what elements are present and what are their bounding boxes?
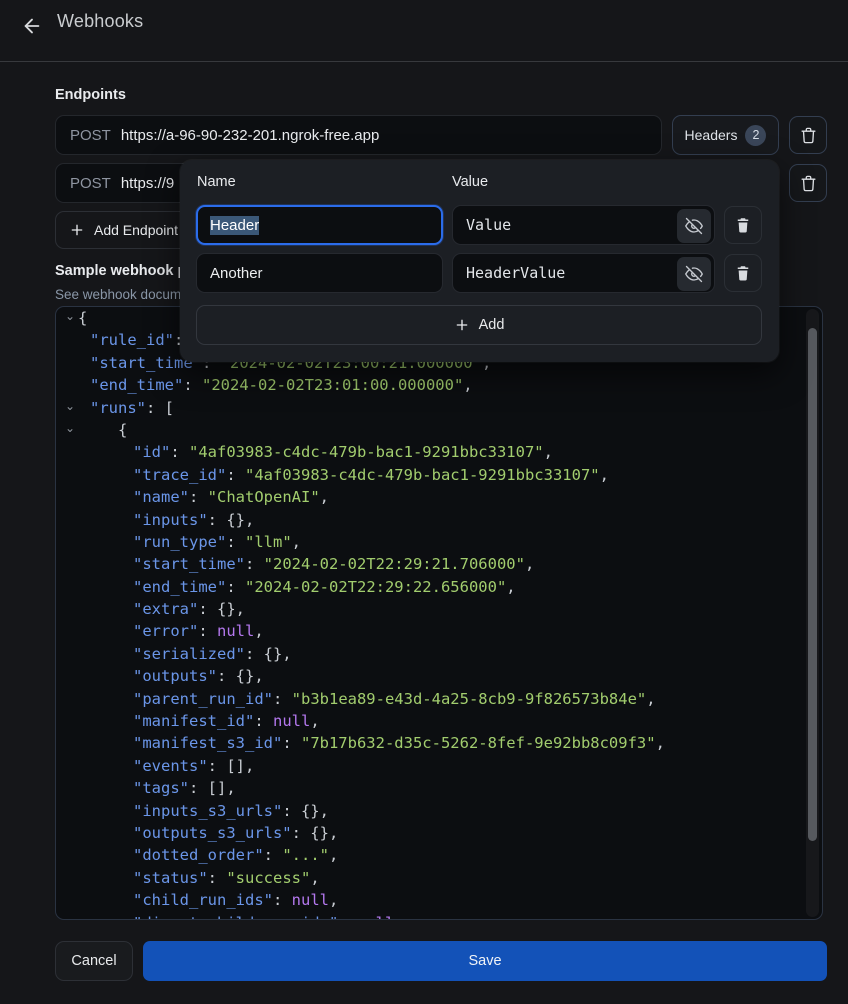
add-header-button[interactable]: Add <box>196 305 762 345</box>
cancel-button[interactable]: Cancel <box>55 941 133 981</box>
sample-payload-code-block[interactable]: ⌄{"rule_id": "start_time": "2024-02-02T2… <box>55 306 823 920</box>
page-title: Webhooks <box>57 11 143 32</box>
trash-outline-icon <box>799 126 818 145</box>
eye-off-icon <box>685 217 703 235</box>
top-bar: Webhooks <box>0 0 848 62</box>
code-lines: ⌄{"rule_id": "start_time": "2024-02-02T2… <box>56 307 822 920</box>
header-value-text-2: HeaderValue <box>466 264 565 282</box>
toggle-value-visibility-button-2[interactable] <box>677 257 711 291</box>
trash-outline-icon <box>799 174 818 193</box>
toggle-value-visibility-button-1[interactable] <box>677 209 711 243</box>
save-button[interactable]: Save <box>143 941 827 981</box>
endpoint-method-1: POST <box>70 127 111 144</box>
endpoints-section-label: Endpoints <box>55 87 126 103</box>
code-scrollbar-thumb[interactable] <box>808 328 817 841</box>
delete-header-button-2[interactable] <box>724 254 762 292</box>
headers-popover: Name Value Header Value Another HeaderVa… <box>180 160 779 362</box>
webhooks-panel: Webhooks Endpoints POST https://a-96-90-… <box>0 0 848 1004</box>
delete-endpoint-button-2[interactable] <box>789 164 827 202</box>
name-column-label: Name <box>197 174 236 190</box>
header-name-input-2[interactable]: Another <box>196 253 443 293</box>
header-name-value-1: Header <box>210 216 259 235</box>
back-button[interactable] <box>16 10 48 42</box>
code-scrollbar <box>806 309 819 917</box>
headers-button-label: Headers <box>685 127 738 143</box>
endpoint-url-input-1[interactable]: POST https://a-96-90-232-201.ngrok-free.… <box>55 115 662 155</box>
header-name-value-2: Another <box>210 265 263 282</box>
arrow-left-icon <box>21 15 43 37</box>
header-value-input-2[interactable]: HeaderValue <box>452 253 715 293</box>
headers-button-1[interactable]: Headers 2 <box>672 115 779 155</box>
add-header-label: Add <box>479 317 505 333</box>
trash-filled-icon <box>734 264 752 282</box>
plus-icon <box>454 317 470 333</box>
endpoint-method-2: POST <box>70 175 111 192</box>
delete-endpoint-button-1[interactable] <box>789 116 827 154</box>
add-endpoint-label: Add Endpoint <box>94 222 178 238</box>
plus-icon <box>69 222 85 238</box>
header-value-text-1: Value <box>466 216 511 234</box>
value-column-label: Value <box>452 174 488 190</box>
endpoint-url-1: https://a-96-90-232-201.ngrok-free.app <box>121 127 380 144</box>
headers-count-badge: 2 <box>745 125 766 146</box>
header-value-input-1[interactable]: Value <box>452 205 715 245</box>
eye-off-icon <box>685 265 703 283</box>
trash-filled-icon <box>734 216 752 234</box>
header-name-input-1[interactable]: Header <box>196 205 443 245</box>
endpoint-url-2: https://9 <box>121 175 174 192</box>
delete-header-button-1[interactable] <box>724 206 762 244</box>
